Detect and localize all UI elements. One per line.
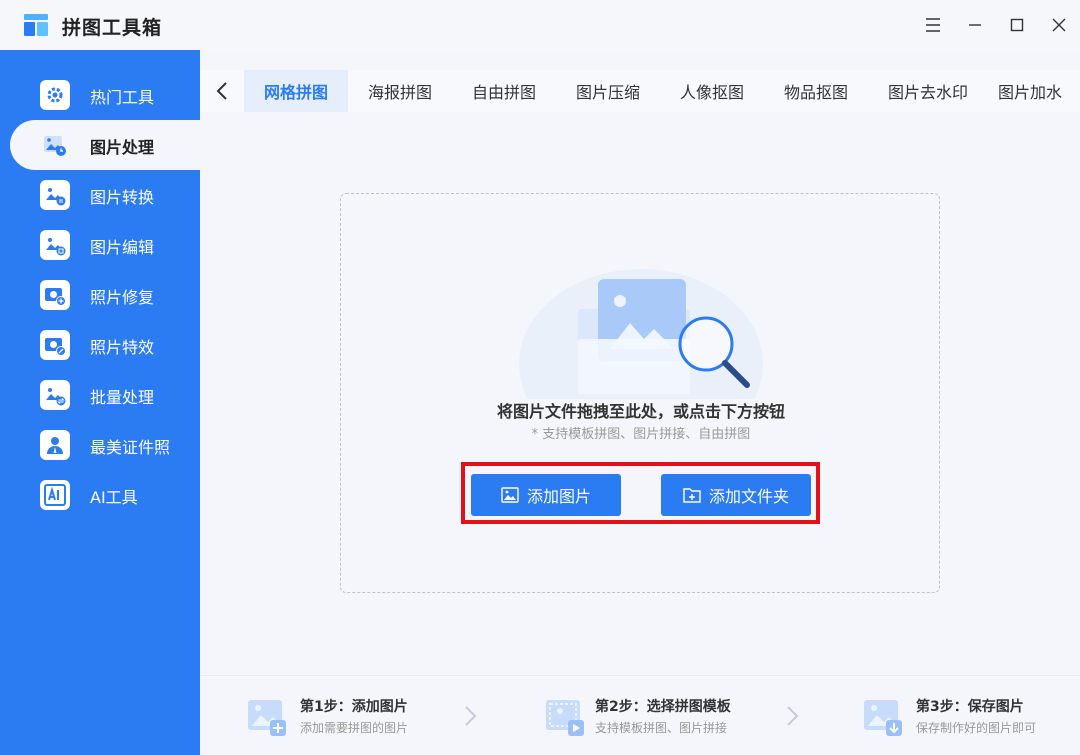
- drop-instruction: 将图片文件拖拽至此处，或点击下方按钮: [496, 402, 785, 421]
- chevron-left-icon: [216, 82, 227, 100]
- tab-free-collage[interactable]: 自由拼图: [452, 70, 556, 112]
- step-1-title: 第1步：添加图片: [300, 699, 408, 715]
- sidebar-item-label: 图片处理: [90, 138, 155, 157]
- sidebar-item-label: AI工具: [90, 488, 138, 507]
- tab-bar: 网格拼图 海报拼图 自由拼图 图片压缩 人像抠图 物品抠图 图片去水印 图片加水: [200, 70, 1080, 112]
- close-icon: [1052, 18, 1066, 32]
- tab-image-compress[interactable]: 图片压缩: [556, 70, 660, 112]
- step-1-desc: 添加需要拼图的图片: [300, 721, 409, 735]
- app-title: 拼图工具箱: [62, 17, 163, 39]
- image-edit-icon: [40, 230, 70, 260]
- photo-effect-icon: [40, 330, 70, 360]
- steps-bar: 第1步：添加图片 添加需要拼图的图片 第2步：选择拼图模板 支持模板拼图、图片拼…: [200, 675, 1080, 755]
- image-icon: [501, 487, 519, 503]
- add-image-label: 添加图片: [526, 487, 591, 506]
- step-2-title: 第2步：选择拼图模板: [595, 699, 731, 715]
- menu-button[interactable]: [918, 10, 948, 40]
- sidebar-item-label: 照片修复: [90, 288, 155, 307]
- tab-poster-collage[interactable]: 海报拼图: [348, 70, 452, 112]
- sidebar-item-label: 热门工具: [90, 88, 155, 107]
- add-folder-button[interactable]: 添加文件夹: [661, 474, 811, 516]
- close-button[interactable]: [1044, 10, 1074, 40]
- sidebar: 热门工具 图片处理 图片转换 图片编辑 照片修复 照片特效 批量处理 最美证件照…: [0, 50, 200, 755]
- menu-icon: [926, 18, 940, 32]
- sidebar-item-label: 图片转换: [90, 188, 155, 207]
- tab-portrait-cutout[interactable]: 人像抠图: [660, 70, 764, 112]
- chevron-right-icon: [787, 706, 799, 726]
- title-bar: 拼图工具箱: [0, 0, 1080, 50]
- image-convert-icon: [40, 180, 70, 210]
- sidebar-item-id-photo[interactable]: 最美证件照: [10, 420, 200, 470]
- sidebar-item-label: 批量处理: [90, 388, 155, 407]
- minimize-icon: [969, 24, 981, 26]
- add-image-step-icon: [248, 700, 286, 736]
- image-process-icon: [40, 130, 70, 160]
- app-logo-icon: [24, 14, 48, 36]
- step-3-desc: 保存制作好的图片即可: [916, 721, 1037, 735]
- minimize-button[interactable]: [960, 10, 990, 40]
- ai-icon: [40, 480, 70, 510]
- tab-scroll-left-button[interactable]: [210, 78, 234, 104]
- id-photo-icon: [40, 430, 70, 460]
- save-step-icon: [864, 700, 902, 736]
- maximize-icon: [1010, 18, 1024, 32]
- add-folder-label: 添加文件夹: [708, 487, 789, 506]
- tab-object-cutout[interactable]: 物品抠图: [764, 70, 868, 112]
- template-step-icon: [546, 700, 584, 736]
- step-3-title: 第3步：保存图片: [916, 699, 1024, 715]
- sidebar-item-photo-repair[interactable]: 照片修复: [10, 270, 200, 320]
- tab-remove-watermark[interactable]: 图片去水印: [868, 70, 988, 112]
- tab-add-watermark[interactable]: 图片加水: [998, 70, 1062, 112]
- sidebar-item-label: 最美证件照: [90, 438, 171, 457]
- sidebar-item-label: 照片特效: [90, 338, 155, 357]
- add-image-button[interactable]: 添加图片: [471, 474, 621, 516]
- sidebar-item-photo-effect[interactable]: 照片特效: [10, 320, 200, 370]
- drop-hint: * 支持模板拼图、图片拼接、自由拼图: [531, 427, 751, 442]
- sidebar-item-image-edit[interactable]: 图片编辑: [10, 220, 200, 270]
- tab-grid-collage[interactable]: 网格拼图: [244, 70, 348, 112]
- maximize-button[interactable]: [1002, 10, 1032, 40]
- sidebar-item-image-convert[interactable]: 图片转换: [10, 170, 200, 220]
- sidebar-item-ai-tools[interactable]: AI工具: [10, 470, 200, 520]
- sidebar-item-batch[interactable]: 批量处理: [10, 370, 200, 420]
- sidebar-item-image-process[interactable]: 图片处理: [10, 120, 200, 170]
- batch-icon: [40, 380, 70, 410]
- photo-repair-icon: [40, 280, 70, 310]
- step-2-desc: 支持模板拼图、图片拼接: [595, 721, 728, 735]
- drop-zone[interactable]: 将图片文件拖拽至此处，或点击下方按钮 * 支持模板拼图、图片拼接、自由拼图 添加…: [340, 193, 940, 593]
- chevron-right-icon: [465, 706, 477, 726]
- add-folder-icon: [683, 488, 701, 503]
- sidebar-item-hot-tools[interactable]: 热门工具: [10, 70, 200, 120]
- drop-illustration-icon: [519, 269, 763, 399]
- sidebar-item-label: 图片编辑: [90, 238, 155, 257]
- gear-icon: [40, 80, 70, 110]
